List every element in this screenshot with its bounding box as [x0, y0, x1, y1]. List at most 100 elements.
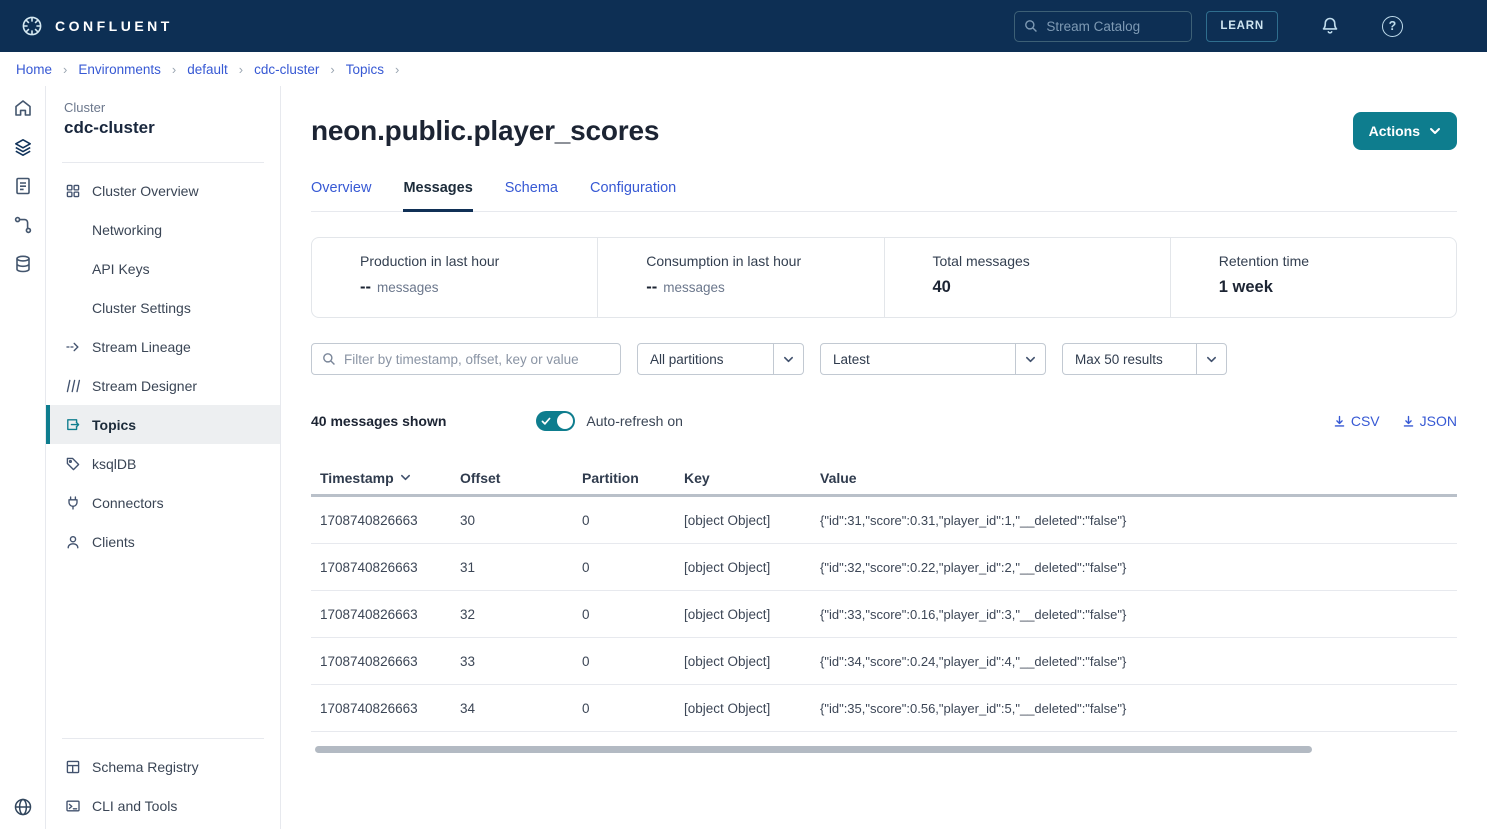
cell-offset: 32	[460, 607, 582, 622]
sidebar-item-label: Topics	[92, 417, 136, 433]
notifications-bell-icon[interactable]	[1320, 16, 1340, 36]
cell-partition: 0	[582, 654, 684, 669]
tab-configuration[interactable]: Configuration	[590, 180, 676, 211]
page-title: neon.public.player_scores	[311, 115, 659, 147]
partition-select[interactable]: All partitions	[637, 343, 804, 375]
stream-catalog-search[interactable]	[1014, 11, 1192, 42]
terminal-icon	[64, 798, 81, 814]
chevron-down-icon	[773, 344, 803, 374]
sidebar-item-label: API Keys	[92, 261, 150, 277]
messages-table: Timestamp Offset Partition Key Value 170…	[311, 461, 1457, 753]
breadcrumb-separator: ›	[395, 62, 399, 77]
cell-timestamp: 1708740826663	[320, 654, 460, 669]
sidebar-item-networking[interactable]: Networking	[46, 210, 280, 249]
sidebar-item-label: Cluster Overview	[92, 183, 199, 199]
breadcrumb-default[interactable]: default	[187, 62, 228, 77]
table-row[interactable]: 1708740826663 30 0 [object Object] {"id"…	[311, 497, 1457, 544]
stat-retention-time: Retention time 1 week	[1170, 238, 1456, 317]
sidebar-item-connectors[interactable]: Connectors	[46, 483, 280, 522]
tag-icon	[64, 456, 81, 472]
notes-icon[interactable]	[13, 176, 33, 196]
breadcrumb-topics[interactable]: Topics	[346, 62, 384, 77]
cluster-sidebar: Cluster cdc-cluster Cluster Overview Net…	[46, 86, 281, 829]
confluent-logo[interactable]: CONFLUENT	[20, 14, 173, 38]
table-header: Timestamp Offset Partition Key Value	[311, 461, 1457, 497]
environments-icon[interactable]	[13, 137, 33, 157]
message-filter-search[interactable]	[311, 343, 621, 375]
cell-partition: 0	[582, 513, 684, 528]
sidebar-item-stream-designer[interactable]: Stream Designer	[46, 366, 280, 405]
tab-messages[interactable]: Messages	[403, 180, 472, 212]
table-row[interactable]: 1708740826663 31 0 [object Object] {"id"…	[311, 544, 1457, 591]
cell-partition: 0	[582, 560, 684, 575]
brand-name: CONFLUENT	[55, 18, 173, 34]
sidebar-item-cluster-overview[interactable]: Cluster Overview	[46, 171, 280, 210]
cell-key: [object Object]	[684, 560, 820, 575]
tab-overview[interactable]: Overview	[311, 180, 371, 211]
auto-refresh-toggle[interactable]	[536, 411, 575, 431]
message-filter-input[interactable]	[344, 352, 610, 367]
sidebar-item-api-keys[interactable]: API Keys	[46, 249, 280, 288]
breadcrumb: Home › Environments › default › cdc-clus…	[0, 52, 1487, 86]
auto-refresh-label: Auto-refresh on	[586, 413, 683, 429]
column-timestamp[interactable]: Timestamp	[320, 470, 460, 486]
sidebar-item-cluster-settings[interactable]: Cluster Settings	[46, 288, 280, 327]
stat-value: 40	[933, 278, 951, 297]
stat-production: Production in last hour -- messages	[312, 238, 597, 317]
menu-hamburger-icon[interactable]	[1445, 19, 1467, 34]
cell-value: {"id":31,"score":0.31,"player_id":1,"__d…	[820, 513, 1457, 528]
sidebar-item-label: ksqlDB	[92, 456, 136, 472]
tab-schema[interactable]: Schema	[505, 180, 558, 211]
sidebar-item-ksqldb[interactable]: ksqlDB	[46, 444, 280, 483]
learn-button[interactable]: LEARN	[1206, 11, 1278, 42]
download-icon	[1402, 415, 1415, 428]
home-icon[interactable]	[13, 98, 33, 118]
stats-card: Production in last hour -- messages Cons…	[311, 237, 1457, 318]
sidebar-item-cli-and-tools[interactable]: CLI and Tools	[46, 786, 280, 825]
order-select[interactable]: Latest	[820, 343, 1046, 375]
breadcrumb-home[interactable]: Home	[16, 62, 52, 77]
sidebar-item-label: Stream Designer	[92, 378, 197, 394]
chevron-down-icon	[1429, 125, 1441, 137]
globe-icon[interactable]	[13, 797, 33, 817]
download-csv-link[interactable]: CSV	[1333, 413, 1380, 429]
column-partition: Partition	[582, 470, 684, 486]
limit-select[interactable]: Max 50 results	[1062, 343, 1227, 375]
help-icon[interactable]: ?	[1382, 16, 1403, 37]
cell-key: [object Object]	[684, 607, 820, 622]
stat-value: --	[360, 278, 371, 297]
stat-suffix: messages	[663, 280, 725, 295]
sidebar-item-label: Clients	[92, 534, 135, 550]
sidebar-item-topics[interactable]: Topics	[46, 405, 280, 444]
cell-key: [object Object]	[684, 701, 820, 716]
table-row[interactable]: 1708740826663 34 0 [object Object] {"id"…	[311, 685, 1457, 732]
sidebar-item-label: CLI and Tools	[92, 798, 177, 814]
breadcrumb-cdc-cluster[interactable]: cdc-cluster	[254, 62, 319, 77]
stream-catalog-input[interactable]	[1046, 19, 1182, 34]
cluster-name: cdc-cluster	[64, 118, 280, 138]
scrollbar-thumb[interactable]	[315, 746, 1312, 753]
sidebar-item-stream-lineage[interactable]: Stream Lineage	[46, 327, 280, 366]
check-icon	[541, 416, 551, 426]
table-row[interactable]: 1708740826663 32 0 [object Object] {"id"…	[311, 591, 1457, 638]
lineage-icon[interactable]	[13, 215, 33, 235]
sort-chevron-icon	[400, 472, 411, 483]
horizontal-scrollbar	[311, 746, 1457, 753]
download-json-link[interactable]: JSON	[1402, 413, 1457, 429]
actions-button[interactable]: Actions	[1353, 112, 1457, 150]
cell-value: {"id":35,"score":0.56,"player_id":5,"__d…	[820, 701, 1457, 716]
confluent-wheel-icon	[20, 14, 44, 38]
sidebar-item-label: Stream Lineage	[92, 339, 191, 355]
topics-icon	[64, 417, 81, 433]
sidebar-item-label: Networking	[92, 222, 162, 238]
column-value: Value	[820, 470, 1457, 486]
sidebar-item-clients[interactable]: Clients	[46, 522, 280, 561]
sidebar-item-schema-registry[interactable]: Schema Registry	[46, 747, 280, 786]
schema-registry-icon	[64, 759, 81, 775]
cell-key: [object Object]	[684, 513, 820, 528]
breadcrumb-environments[interactable]: Environments	[78, 62, 161, 77]
cell-partition: 0	[582, 701, 684, 716]
sidebar-item-label: Schema Registry	[92, 759, 199, 775]
storage-icon[interactable]	[13, 254, 33, 274]
table-row[interactable]: 1708740826663 33 0 [object Object] {"id"…	[311, 638, 1457, 685]
